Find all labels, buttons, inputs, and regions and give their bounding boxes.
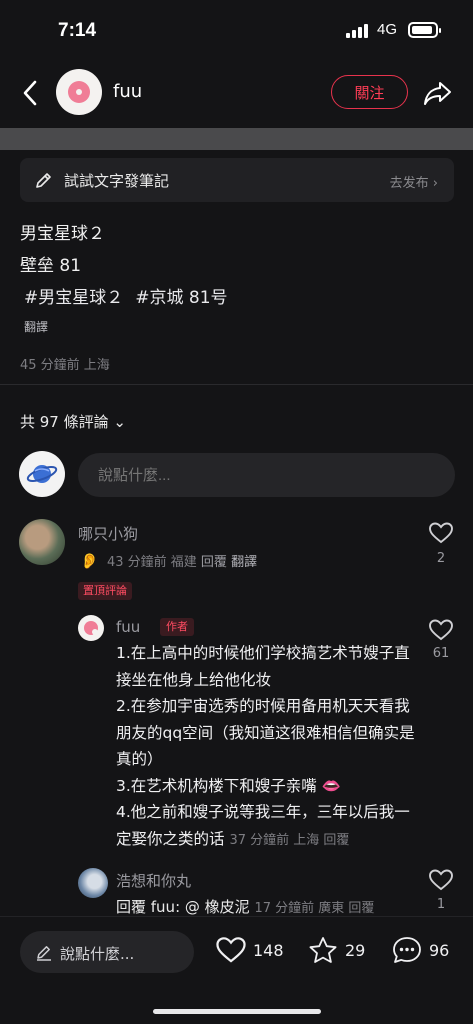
star-icon [309,937,337,963]
reply-meta: 37 分鐘前 上海 回覆 [229,832,350,848]
post-tags: #男宝星球２ #京城 81号 [24,283,228,308]
like-button[interactable]: 148 [215,935,284,965]
commenter-name[interactable]: 哪只小狗 [78,523,138,544]
favorite-button[interactable]: 29 [307,935,365,965]
reply-body: 回覆 fuu: @ 橡皮泥 17 分鐘前 廣東 回覆 [116,898,375,916]
commenter-avatar[interactable] [78,868,108,898]
home-indicator [153,1009,321,1014]
status-bar: 7:14 4G [0,0,473,62]
publish-link[interactable]: 去发布 › [390,172,438,191]
comment-button[interactable]: 96 [391,935,449,965]
favorite-total: 29 [345,940,366,960]
hashtag[interactable]: #京城 81号 [135,283,227,308]
hashtag[interactable]: #男宝星球２ [24,283,123,308]
network-label: 4G [377,21,398,38]
post-text-line1: 男宝星球２ [20,224,105,244]
battery-icon [408,22,441,38]
like-count: 2 [436,551,446,566]
like-count: 61 [432,646,450,661]
post-meta: 45 分鐘前 上海 [20,358,110,373]
author-badge: 作者 [160,618,194,636]
comment-input[interactable] [78,453,455,497]
planet-icon [26,465,58,483]
translate-link[interactable]: 翻譯 [231,555,257,570]
bottom-input-placeholder: 說點什麼... [60,945,135,963]
my-avatar [19,451,65,497]
signal-icon [346,24,368,38]
author-avatar[interactable] [56,69,102,115]
heart-icon[interactable] [428,868,454,892]
heart-icon[interactable] [428,618,454,642]
post-header: fuu 關注 [0,62,473,124]
divider [0,384,473,385]
author-name[interactable]: fuu [113,81,142,102]
reply-link[interactable]: 回覆 [201,555,227,570]
pencil-icon [36,173,51,188]
comment-total: 96 [429,940,450,960]
post-text-line2: 壁垒 81 [20,256,82,276]
heart-icon [216,937,246,963]
author-avatar-small[interactable] [78,615,104,641]
heart-icon[interactable] [428,521,454,545]
translate-link[interactable]: 翻譯 [24,318,48,335]
comment-count-toggle[interactable]: 共 97 條評論 ⌄ [20,411,126,432]
follow-button[interactable]: 關注 [331,75,408,109]
commenter-name[interactable]: 浩想和你丸 [116,870,191,891]
comment-bubble-icon [393,937,421,963]
pinned-badge: 置頂評論 [78,582,132,600]
status-time: 7:14 [58,20,97,41]
pencil-icon [37,946,51,961]
text-note-bar[interactable]: 試試文字發筆記 去发布 › [20,158,454,202]
ear-emoji: 👂 [80,552,99,570]
share-icon[interactable] [422,78,454,108]
reply-body: 1.在上高中的时候他们学校搞艺术节嫂子直接坐在他身上给他化妆 2.在参加宇宙选秀… [116,644,415,848]
bottom-comment-input[interactable]: 說點什麼... [20,931,194,973]
comment-meta: 👂 43 分鐘前 福建 回覆 翻譯 [80,552,258,570]
bottom-action-bar: 說點什麼... 148 29 96 [0,916,473,1024]
like-total: 148 [253,940,284,960]
commenter-avatar[interactable] [19,519,65,565]
media-edge [0,128,473,150]
like-count: 1 [436,897,446,912]
reply-author-name[interactable]: fuu [116,618,140,636]
back-icon[interactable] [18,78,44,108]
text-note-label: 試試文字發筆記 [64,172,170,190]
